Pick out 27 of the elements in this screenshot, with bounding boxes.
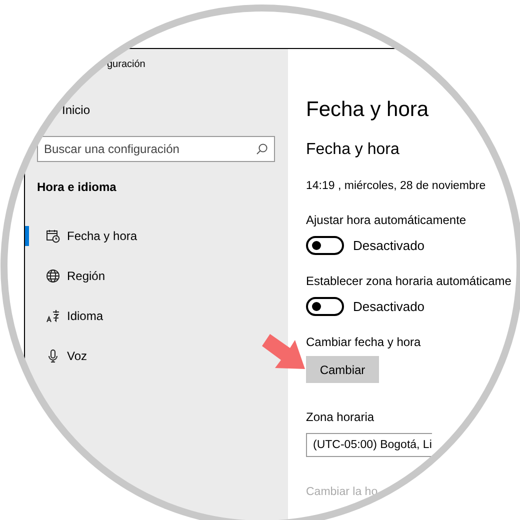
search-field[interactable]: Buscar una configuración (37, 136, 275, 162)
current-date-time: 14:19 , miércoles, 28 de noviembre (306, 179, 487, 194)
change-button[interactable]: Cambiar (306, 356, 379, 383)
setting-label: Cambiar fecha y hora (306, 334, 421, 350)
pointer-arrow (262, 334, 305, 369)
toggle-switch[interactable] (306, 296, 344, 316)
setting-label: Establecer zona horaria automáticame (306, 273, 512, 289)
section-heading: Hora e idioma (37, 179, 116, 196)
home-link[interactable]: Inicio (62, 90, 90, 130)
toggle-state: Desactivado (353, 238, 425, 252)
microphone-icon (46, 349, 60, 363)
timezone-dropdown[interactable]: (UTC-05:00) Bogotá, Li (306, 433, 432, 457)
nav-item[interactable]: Voz (41, 340, 96, 372)
language-icon (46, 309, 60, 323)
section-heading: Fecha y hora (306, 140, 400, 160)
globe-icon (46, 269, 60, 283)
nav-item[interactable]: Idioma (41, 300, 112, 332)
toggle-state: Desactivado (353, 298, 425, 314)
toggle-switch[interactable] (306, 236, 344, 254)
search-icon (256, 143, 268, 155)
calendar-clock-icon (46, 229, 60, 243)
nav-item[interactable]: Región (41, 260, 114, 292)
nav-item[interactable]: Fecha y hora (41, 220, 146, 252)
page-title: Fecha y hora (306, 97, 430, 123)
setting-label: Ajustar hora automáticamente (306, 212, 466, 228)
window-title: guración (107, 58, 146, 72)
setting-label: Zona horaria (306, 409, 374, 425)
